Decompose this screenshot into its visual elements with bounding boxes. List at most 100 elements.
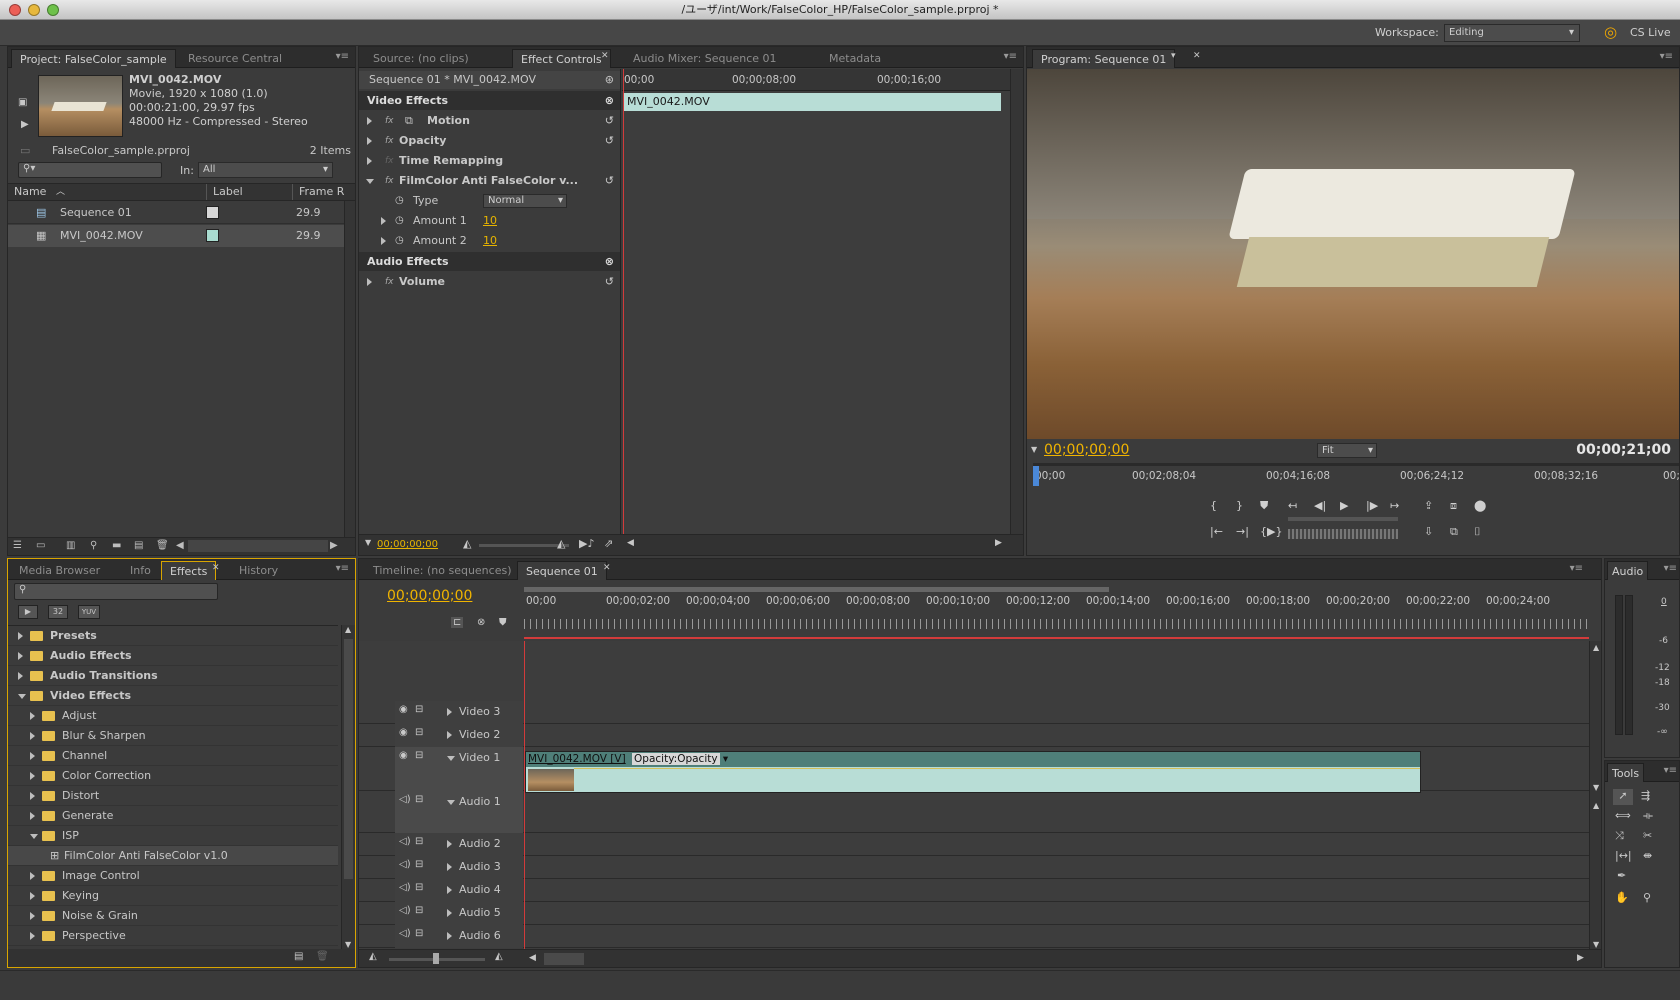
scroll-down-icon[interactable]: ▼ [345,940,351,949]
expand-triangle-icon[interactable] [30,772,35,780]
project-search-input[interactable]: ⚲▾ [18,162,162,178]
scroll-right-icon[interactable]: ▶ [1577,953,1584,963]
fx-icon[interactable]: fx [385,111,394,131]
toggle-timeline-icon[interactable]: ⊛ [605,71,614,89]
cs-live-label[interactable]: CS Live [1630,26,1671,39]
effect-row-filmcolor[interactable]: fx FilmColor Anti FalseColor v... ↺ [359,171,620,191]
tab-tools[interactable]: Tools [1607,763,1645,782]
cs-live-icon[interactable]: ◎ [1604,23,1617,41]
close-tab-icon[interactable]: ✕ [212,563,220,573]
audio-track[interactable]: ◁) ⊟ Audio 5 [359,902,1589,925]
pen-tool-icon[interactable]: ✒ [1617,869,1626,882]
scroll-up-icon[interactable]: ▲ [1593,643,1599,652]
speaker-icon[interactable]: ◁) [399,882,411,893]
effect-row-opacity[interactable]: fx Opacity ↺ [359,131,620,151]
output-icon[interactable]: ⬤ [1474,499,1486,512]
expand-triangle-icon[interactable] [18,632,23,640]
trim-icon[interactable]: ⧉ [1450,525,1458,539]
reset-icon[interactable]: ↺ [605,111,614,131]
eye-icon[interactable]: ◉ [399,750,408,761]
reset-icon[interactable]: ↺ [605,131,614,151]
reset-icon[interactable]: ↺ [605,272,614,292]
collapse-triangle-icon[interactable] [18,694,26,699]
effects-tree-item[interactable]: Video Effects [8,686,338,706]
effects-tree-item[interactable]: ISP [8,826,338,846]
icon-view-icon[interactable]: ▭ [36,538,45,554]
effect-row-motion[interactable]: fx ⧉ Motion ↺ [359,111,620,131]
scroll-left-icon[interactable]: ◀ [176,538,184,554]
set-encore-marker-icon[interactable]: ⊗ [477,617,485,628]
zoom-out-icon[interactable]: ◭ [369,951,377,962]
effects-tree-item[interactable]: Audio Transitions [8,666,338,686]
hand-tool-icon[interactable]: ✋ [1615,891,1629,904]
expand-triangle-icon[interactable] [30,752,35,760]
expand-triangle-icon[interactable] [447,731,452,739]
panel-menu-icon[interactable]: ▾≡ [1660,51,1673,62]
scroll-up-icon[interactable]: ▲ [1593,801,1599,810]
effects-tree-item[interactable]: ⊞ FilmColor Anti FalseColor v1.0 [8,846,338,866]
panel-menu-icon[interactable]: ▾≡ [1664,563,1677,574]
expand-triangle-icon[interactable] [30,732,35,740]
playhead-line[interactable] [623,69,624,535]
timeline-timecode[interactable]: 00;00;00;00 [387,588,472,604]
audio-track[interactable]: ◁) ⊟ Audio 1 [359,791,1589,833]
speaker-icon[interactable]: ◁) [399,836,411,847]
effects-tree-item[interactable]: Blur & Sharpen [8,726,338,746]
sync-lock-icon[interactable]: ⊟ [415,905,423,916]
scroll-left-icon[interactable]: ◀ [529,953,536,963]
zoom-window-button[interactable] [47,4,59,16]
horizontal-scrollbar[interactable] [188,540,328,552]
amount2-value[interactable]: 10 [483,231,497,251]
effects-tree-item[interactable]: Image Control [8,866,338,886]
panel-menu-icon[interactable]: ▾≡ [336,563,349,574]
mark-in-icon[interactable]: { [1210,499,1217,512]
program-video-frame[interactable] [1027,69,1679,439]
playhead-marker[interactable] [1033,466,1039,486]
camera-icon[interactable]: ⌷ [1474,525,1481,539]
expand-triangle-icon[interactable] [447,932,452,940]
type-select[interactable]: Normal ▾ [483,194,567,208]
effects-tree-item[interactable]: Channel [8,746,338,766]
effect-vertical-scrollbar[interactable] [1010,69,1023,535]
speaker-icon[interactable]: ◁) [399,794,411,805]
workspace-select[interactable]: Editing ▾ [1444,24,1580,42]
chevron-down-icon[interactable]: ▾ [1171,51,1176,61]
panel-menu-icon[interactable]: ▾≡ [336,51,349,62]
tab-audio-mixer[interactable]: Audio Mixer: Sequence 01 [625,49,785,68]
set-marker-icon[interactable]: ⛊ [1260,499,1268,513]
fit-select[interactable]: Fit ▾ [1317,443,1377,458]
expand-triangle-icon[interactable] [30,812,35,820]
collapse-icon[interactable]: ⊗ [605,252,614,271]
export-icon[interactable]: ⇗ [604,537,613,550]
expand-triangle-icon[interactable] [367,157,372,165]
expand-triangle-icon[interactable] [30,892,35,900]
play-icon[interactable]: ▶ [1340,499,1348,512]
video-track[interactable]: ◉ ⊟ Video 2 [359,724,1589,747]
panel-menu-icon[interactable]: ▾≡ [1570,563,1583,574]
close-tab-icon[interactable]: ✕ [1193,51,1201,61]
collapse-triangle-icon[interactable] [447,800,455,805]
sync-lock-icon[interactable]: ⊟ [415,704,423,715]
list-view-icon[interactable]: ☰ [13,538,22,554]
sync-lock-icon[interactable]: ⊟ [415,859,423,870]
scroll-down-icon[interactable]: ▼ [1593,940,1599,949]
reset-icon[interactable]: ↺ [605,171,614,191]
scroll-thumb[interactable] [344,639,353,879]
zoom-slider-thumb[interactable] [433,953,439,964]
sync-lock-icon[interactable]: ⊟ [415,882,423,893]
effects-tree-item[interactable]: Distort [8,786,338,806]
speaker-icon[interactable]: ◁) [399,928,411,939]
tab-info[interactable]: Info [122,561,159,580]
expand-triangle-icon[interactable] [447,909,452,917]
collapse-icon[interactable]: ⊗ [605,91,614,110]
expand-triangle-icon[interactable] [367,278,372,286]
razor-tool-icon[interactable]: ✂ [1643,829,1652,842]
close-window-button[interactable] [9,4,21,16]
close-tab-icon[interactable]: ✕ [601,51,609,61]
project-row-sequence[interactable]: ▤ Sequence 01 29.9 [8,202,355,224]
tab-program[interactable]: Program: Sequence 01 [1032,49,1176,68]
program-current-timecode[interactable]: 00;00;00;00 [1044,442,1129,458]
zoom-tool-icon[interactable]: ⚲ [1643,891,1651,904]
video-clip-fx[interactable]: Opacity:Opacity [632,753,720,765]
tab-media-browser[interactable]: Media Browser [11,561,108,580]
